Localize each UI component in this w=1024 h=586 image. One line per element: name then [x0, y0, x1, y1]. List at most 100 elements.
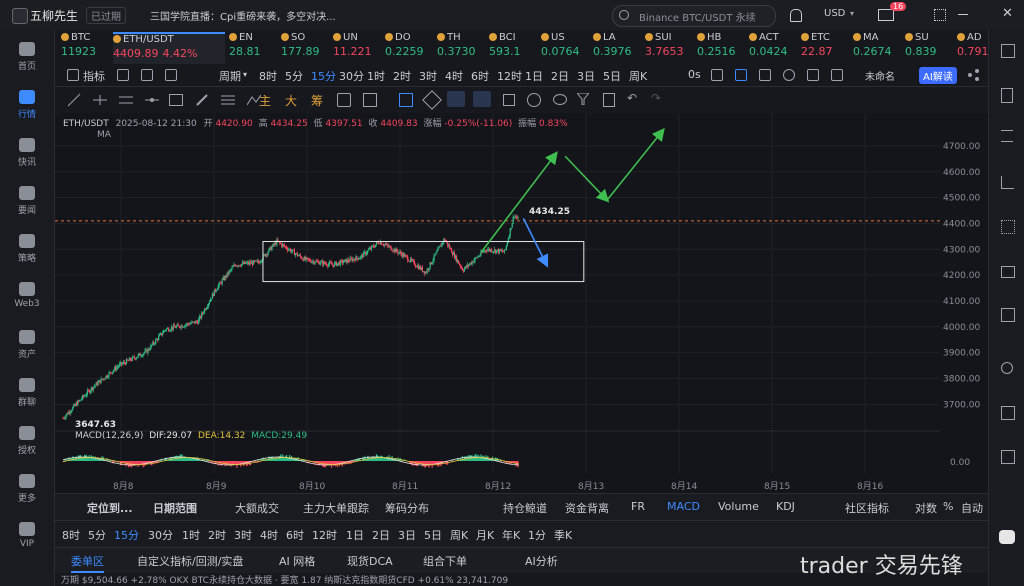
search-input[interactable]: Binance BTC/USDT 永续 [612, 5, 776, 27]
trash-icon[interactable] [603, 93, 615, 107]
bottom-tab-5[interactable]: AI分析 [525, 553, 558, 569]
community-indicator-button[interactable]: 社区指标 [845, 500, 889, 516]
nav-item-8[interactable]: 授权 [0, 426, 54, 456]
save-icon[interactable] [807, 69, 819, 81]
news-ticker[interactable]: 三国学院直播：Cpi重磅来袭，多空对决... [150, 8, 336, 23]
nav-item-9[interactable]: 更多 [0, 474, 54, 504]
auto-toggle[interactable]: 自动 [961, 500, 983, 516]
rectangle-tool-icon[interactable] [169, 94, 183, 106]
period-4[interactable]: 1时 [182, 527, 200, 543]
period-16[interactable]: 年K [502, 527, 520, 543]
period-3[interactable]: 30分 [148, 527, 173, 543]
text-tool-icon[interactable] [363, 93, 377, 107]
bell-icon[interactable] [790, 9, 802, 22]
ticker-10[interactable]: SUI 3.7653 [645, 32, 693, 62]
period-1[interactable]: 5分 [88, 527, 106, 543]
refresh-icon[interactable] [1001, 362, 1013, 374]
eye-icon[interactable] [553, 94, 567, 105]
ray-tool-icon[interactable] [145, 93, 159, 110]
ticker-3[interactable]: SO 177.89 [281, 32, 329, 62]
interval-13[interactable]: 5日 [603, 68, 621, 84]
filter-icon[interactable] [575, 92, 591, 108]
indicator-tab-8[interactable]: KDJ [776, 500, 795, 513]
nav-item-7[interactable]: 群聊 [0, 378, 54, 408]
ticker-16[interactable]: AD 0.7911 [957, 32, 988, 62]
interval-6[interactable]: 3时 [419, 68, 437, 84]
ticker-8[interactable]: US 0.0764 [541, 32, 589, 62]
measure-tool-icon[interactable] [422, 90, 442, 110]
fullscreen-icon[interactable] [831, 69, 843, 81]
window-icon[interactable] [1001, 266, 1015, 278]
ticker-12[interactable]: ACT 0.0424 [749, 32, 797, 62]
period-9[interactable]: 12时 [312, 527, 337, 543]
mail-icon[interactable] [878, 9, 894, 21]
ticker-13[interactable]: ETC 22.87 [801, 32, 849, 62]
currency-select[interactable]: USD [824, 8, 845, 19]
period-12[interactable]: 3日 [398, 527, 416, 543]
period-5[interactable]: 2时 [208, 527, 226, 543]
interval-3[interactable]: 30分 [339, 68, 364, 84]
link-icon[interactable] [527, 93, 541, 107]
interval-1[interactable]: 5分 [285, 68, 303, 84]
layout-icon[interactable] [1001, 44, 1015, 58]
undo-icon[interactable] [759, 69, 771, 81]
interval-5[interactable]: 2时 [393, 68, 411, 84]
indicator-tab-7[interactable]: Volume [718, 500, 759, 513]
ai-interpret-button[interactable]: AI解读 [919, 67, 957, 84]
interval-9[interactable]: 12时 [497, 68, 522, 84]
redo-arrow-icon[interactable]: ↷ [651, 91, 661, 105]
fib-tool-icon[interactable] [221, 93, 235, 110]
period-button[interactable]: 周期 [219, 68, 241, 84]
document-icon[interactable] [1001, 88, 1013, 103]
period-17[interactable]: 1分 [528, 527, 546, 543]
camera-icon[interactable] [711, 69, 723, 81]
settings-icon[interactable] [783, 69, 795, 81]
interval-0[interactable]: 8时 [259, 68, 277, 84]
indicator-tab-0[interactable]: 大额成交 [235, 500, 279, 516]
minimize-icon[interactable] [958, 14, 968, 15]
ticker-2[interactable]: EN 28.81 [229, 32, 277, 62]
interval-7[interactable]: 4时 [445, 68, 463, 84]
template-icon[interactable] [165, 69, 177, 81]
indicator-button[interactable]: 指标 [83, 68, 105, 84]
ticker-9[interactable]: LA 0.3976 [593, 32, 641, 62]
nav-item-1[interactable]: 行情 [0, 90, 54, 120]
locate-button[interactable]: 定位到... [87, 500, 133, 516]
indicator-tab-5[interactable]: FR [631, 500, 645, 513]
indicator-tab-3[interactable]: 持仓鲸道 [503, 500, 547, 516]
indicator-tab-1[interactable]: 主力大单跟踪 [303, 500, 369, 516]
grid-icon[interactable] [1001, 220, 1015, 234]
period-11[interactable]: 2日 [372, 527, 390, 543]
select-tool-icon[interactable] [399, 93, 413, 107]
nav-item-0[interactable]: 首页 [0, 42, 54, 72]
ticker-6[interactable]: TH 0.3730 [437, 32, 485, 62]
hline-tool-icon[interactable] [93, 93, 107, 110]
bottom-tab-2[interactable]: AI 网格 [279, 553, 315, 569]
date-range-button[interactable]: 日期范围 [153, 500, 197, 516]
bottom-tab-4[interactable]: 组合下单 [423, 553, 467, 569]
ticker-11[interactable]: HB 0.2516 [697, 32, 745, 62]
nav-item-4[interactable]: 策略 [0, 234, 54, 264]
magnet-tool-icon[interactable] [447, 91, 465, 107]
indicator-tab-4[interactable]: 资金背离 [565, 500, 609, 516]
projection-arrow-up-2[interactable] [606, 127, 665, 201]
bottom-tab-0[interactable]: 委单区 [71, 553, 104, 573]
interval-14[interactable]: 周K [629, 68, 647, 84]
percent-toggle[interactable]: % [943, 500, 953, 513]
log-toggle[interactable]: 对数 [915, 500, 937, 516]
ticker-15[interactable]: SU 0.839 [905, 32, 953, 62]
close-icon[interactable]: ✕ [1002, 6, 1013, 21]
expired-badge[interactable]: 已过期 [86, 7, 126, 24]
nav-item-5[interactable]: Web3 [0, 282, 54, 309]
period-13[interactable]: 5日 [424, 527, 442, 543]
period-0[interactable]: 8时 [62, 527, 80, 543]
period-6[interactable]: 3时 [234, 527, 252, 543]
indicator-tab-6[interactable]: MACD [667, 500, 700, 513]
trendline-tool-icon[interactable] [67, 93, 81, 110]
period-18[interactable]: 季K [554, 527, 572, 543]
ticker-1[interactable]: ETH/USDT 4409.89 4.42% [113, 32, 225, 64]
ma-label[interactable]: MA [97, 130, 111, 140]
chip-mark[interactable]: 筹 [311, 92, 323, 109]
share-icon[interactable] [967, 69, 979, 81]
robot-icon[interactable] [999, 530, 1015, 544]
